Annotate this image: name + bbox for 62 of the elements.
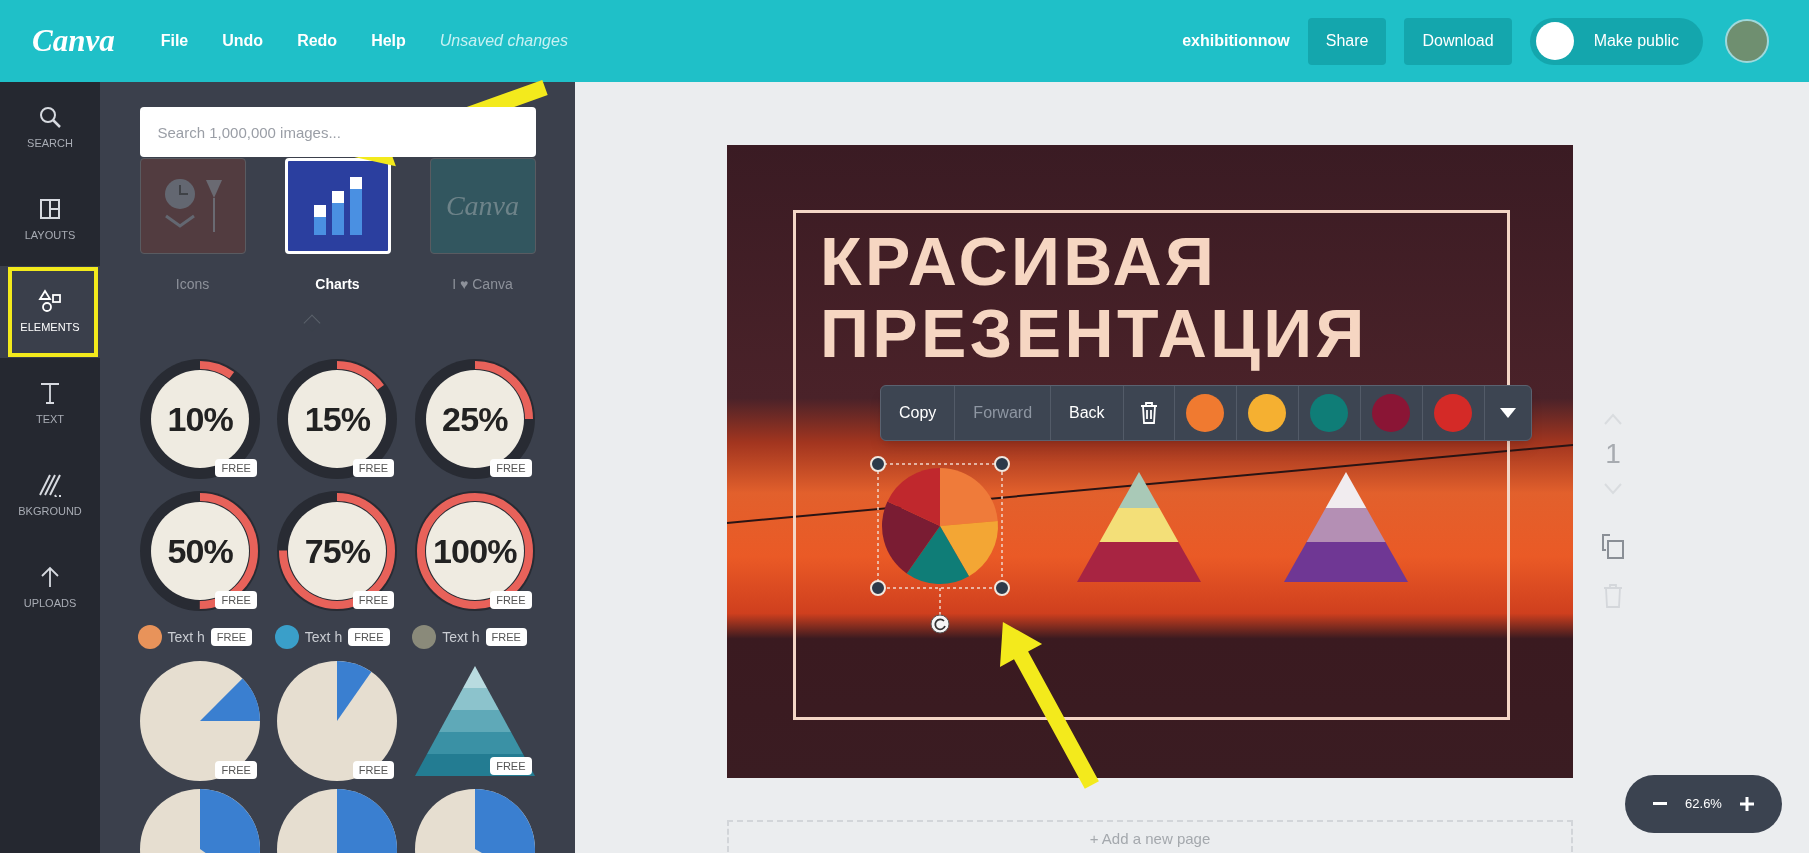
avatar[interactable] <box>1725 19 1769 63</box>
zoom-level: 62.6% <box>1685 795 1722 814</box>
color-swatch[interactable] <box>1186 394 1225 432</box>
share-button[interactable]: Share <box>1307 17 1387 65</box>
category-label[interactable]: Charts <box>284 274 391 295</box>
percent-label: 100% <box>433 530 517 572</box>
copy-icon <box>1600 532 1626 560</box>
minus-icon <box>1653 802 1668 806</box>
category-label[interactable]: I ♥ Canva <box>429 274 536 295</box>
free-badge: FREE <box>210 627 253 647</box>
toolbar-button[interactable]: Copy <box>881 386 956 440</box>
make-public-toggle[interactable]: Make public <box>1529 17 1703 65</box>
download-button[interactable]: Download <box>1404 17 1512 65</box>
sidebar-tab[interactable]: UPLOADS <box>0 542 100 634</box>
category-label[interactable]: Icons <box>139 274 246 295</box>
team-name[interactable]: exhibitionnow <box>1182 29 1290 53</box>
trash-icon <box>1139 402 1158 424</box>
color-swatch[interactable] <box>1434 394 1473 432</box>
sidebar-tab[interactable]: TEXT <box>0 358 100 450</box>
plus-icon <box>1739 797 1754 811</box>
slide-title[interactable]: ПРЕЗЕНТАЦИЯ <box>820 297 1368 369</box>
layout-icon <box>38 196 62 221</box>
add-page-button[interactable]: + Add a new page <box>727 820 1573 852</box>
free-badge: FREE <box>215 760 257 779</box>
menu-item[interactable]: Undo <box>222 29 264 53</box>
color-swatch[interactable] <box>1248 394 1287 432</box>
color-swatch[interactable] <box>1310 394 1349 432</box>
slide-title[interactable]: КРАСИВАЯ <box>820 225 1368 297</box>
shapes-icon <box>38 288 62 313</box>
hatch-icon <box>38 472 62 497</box>
percent-label: 25% <box>442 398 508 440</box>
search-icon <box>38 104 62 129</box>
free-badge: FREE <box>490 458 532 477</box>
text-sample: Text h <box>442 627 480 647</box>
search-field[interactable]: Search 1,000,000 images... <box>139 107 536 157</box>
save-status: Unsaved changes <box>439 31 568 51</box>
text-icon <box>38 380 62 405</box>
text-sample: Text h <box>167 627 205 647</box>
color-swatch[interactable] <box>1372 394 1411 432</box>
menu-item[interactable]: Help <box>371 29 406 53</box>
percent-label: 10% <box>167 398 233 440</box>
duplicate-page-button[interactable] <box>1600 532 1626 560</box>
free-badge: FREE <box>215 458 257 477</box>
menu-item[interactable]: File <box>160 29 189 53</box>
percent-label: 75% <box>304 530 371 572</box>
page-number: 1 <box>1605 440 1621 468</box>
caret-icon <box>1499 408 1516 418</box>
free-badge: FREE <box>490 756 532 775</box>
percent-label: 50% <box>167 530 233 572</box>
sidebar-tab[interactable]: LAYOUTS <box>0 174 100 266</box>
free-badge: FREE <box>485 627 527 647</box>
text-sample: Text h <box>304 627 343 647</box>
menu-item[interactable]: Redo <box>297 29 338 53</box>
canva-logo: Canva <box>445 189 520 223</box>
free-badge: FREE <box>490 590 532 609</box>
toolbar-button[interactable]: Back <box>1051 386 1124 440</box>
sidebar-tab[interactable]: SEARCH <box>0 82 100 174</box>
percent-label: 15% <box>304 398 371 440</box>
free-badge: FREE <box>215 590 257 609</box>
canva-logo[interactable]: Canva <box>32 17 115 65</box>
sidebar-tab[interactable]: BKGROUND <box>0 450 100 542</box>
free-badge: FREE <box>348 627 390 647</box>
